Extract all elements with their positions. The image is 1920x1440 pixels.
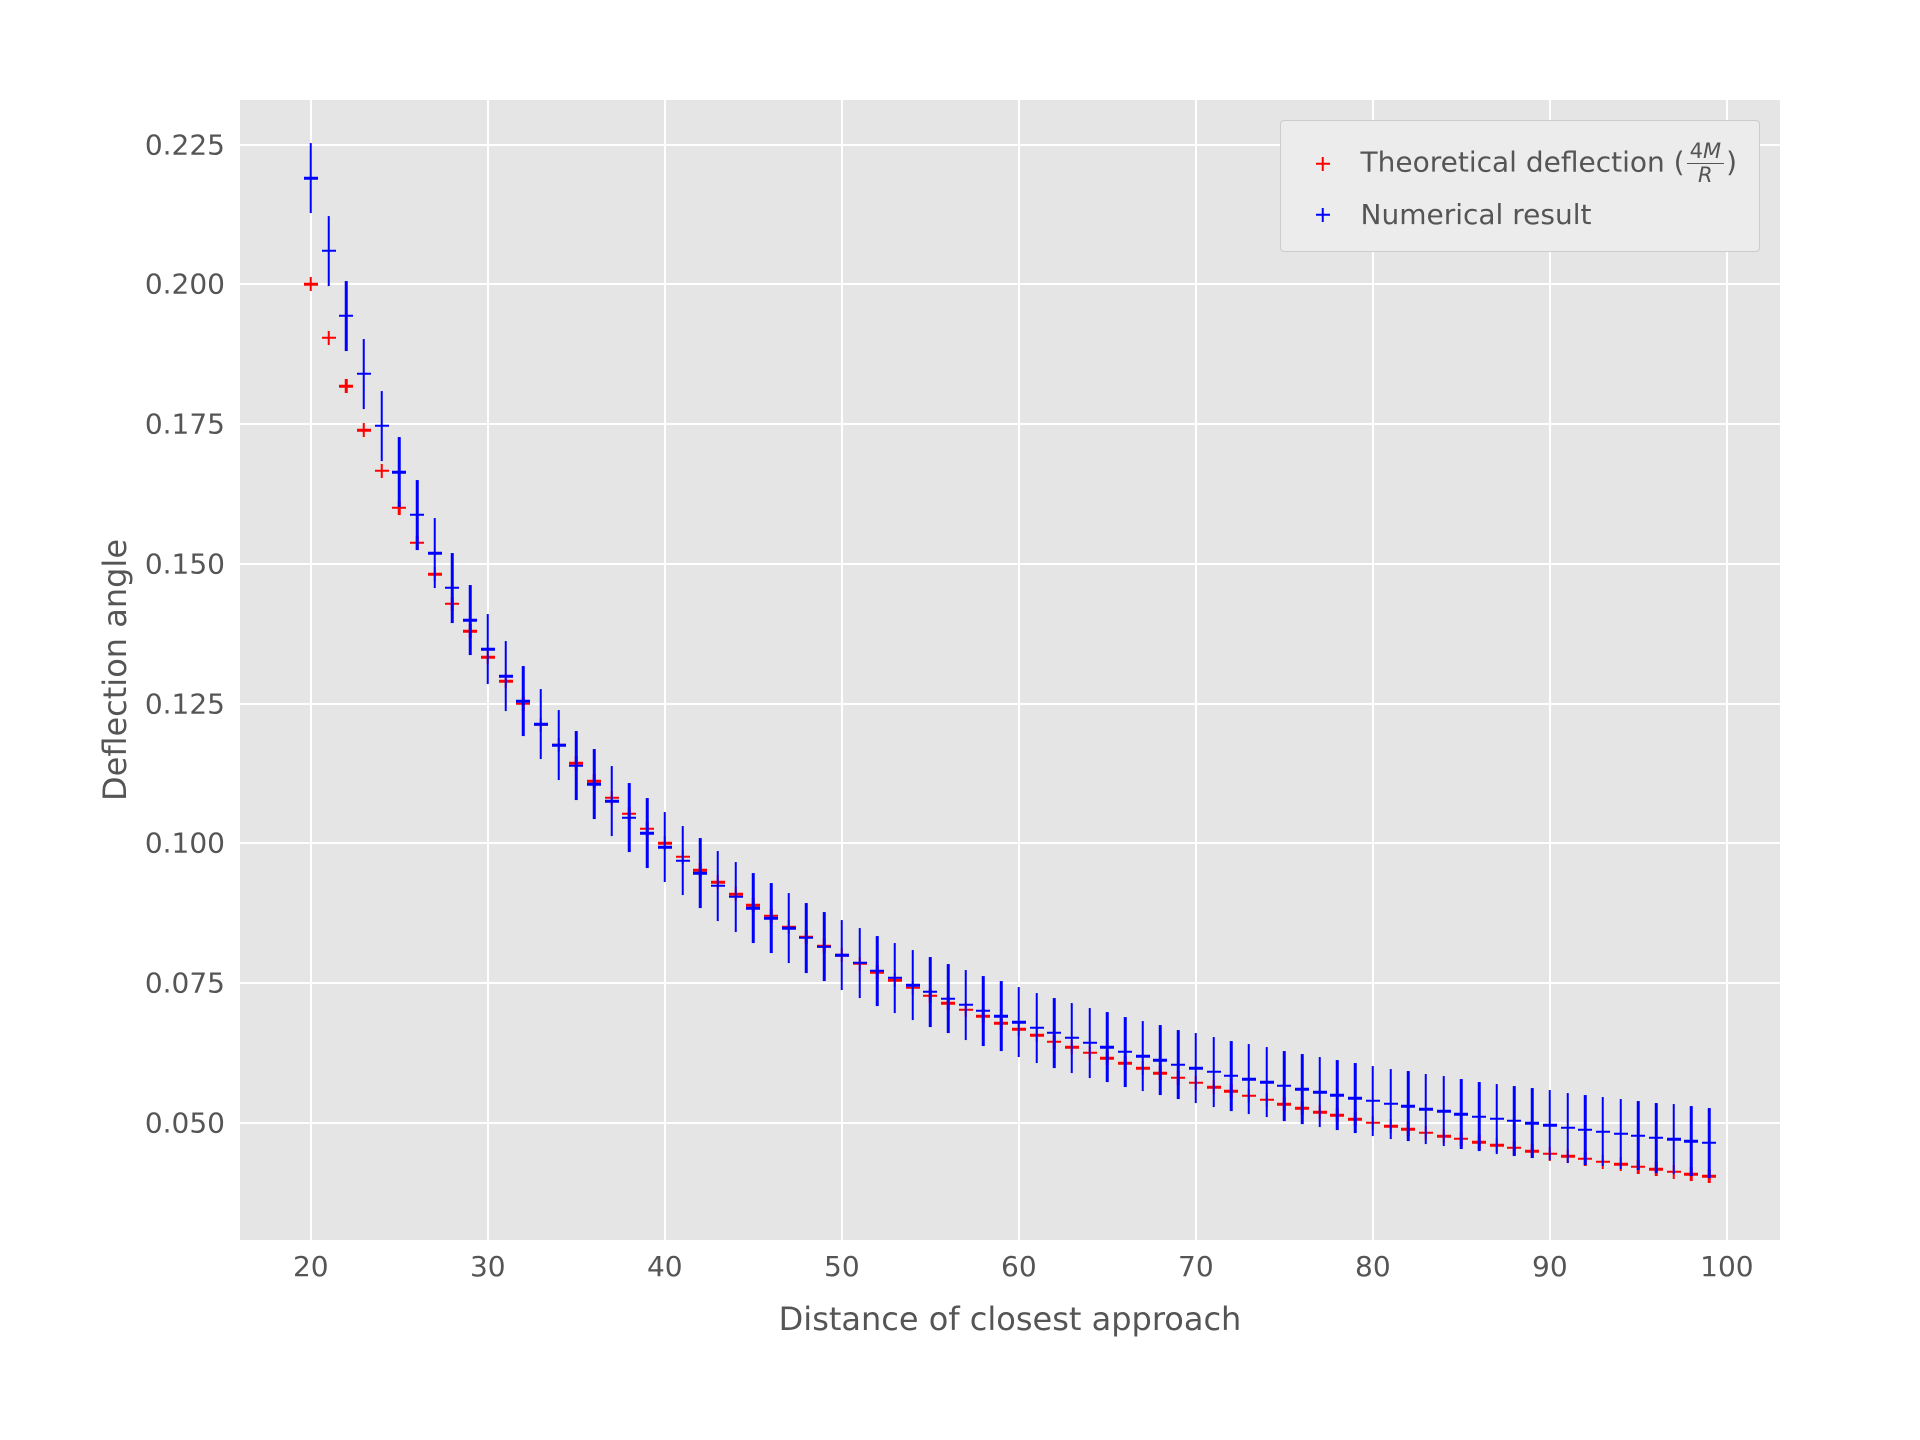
- x-tick-label: 30: [470, 1250, 506, 1283]
- x-tick-label: 90: [1532, 1250, 1568, 1283]
- y-tick-label: 0.100: [145, 827, 225, 860]
- y-tick-label: 0.175: [145, 408, 225, 441]
- y-tick-label: 0.075: [145, 966, 225, 999]
- y-tick-label: 0.125: [145, 687, 225, 720]
- data-layer: [240, 100, 1780, 1240]
- x-tick-label: 20: [293, 1250, 329, 1283]
- x-axis-label: Distance of closest approach: [779, 1300, 1242, 1338]
- y-tick-label: 0.050: [145, 1106, 225, 1139]
- legend-marker-plus-icon: [1303, 150, 1343, 178]
- legend-label: Theoretical deflection (4MR): [1361, 141, 1737, 186]
- legend-marker-plus-icon: [1303, 201, 1343, 229]
- x-tick-label: 80: [1355, 1250, 1391, 1283]
- x-tick-label: 60: [1001, 1250, 1037, 1283]
- legend-entry-numerical: Numerical result: [1299, 192, 1741, 237]
- y-tick-label: 0.200: [145, 268, 225, 301]
- y-tick-label: 0.225: [145, 128, 225, 161]
- y-tick-label: 0.150: [145, 547, 225, 580]
- chart-container: Theoretical deflection (4MR) Numerical r…: [0, 0, 1920, 1440]
- x-tick-label: 50: [824, 1250, 860, 1283]
- legend-label: Numerical result: [1361, 198, 1592, 231]
- legend-entry-theoretical: Theoretical deflection (4MR): [1299, 135, 1741, 192]
- x-tick-label: 100: [1700, 1250, 1753, 1283]
- y-axis-label: Deflection angle: [96, 539, 134, 801]
- legend: Theoretical deflection (4MR) Numerical r…: [1280, 120, 1760, 252]
- x-tick-label: 40: [647, 1250, 683, 1283]
- plot-area: Theoretical deflection (4MR) Numerical r…: [240, 100, 1780, 1240]
- x-tick-label: 70: [1178, 1250, 1214, 1283]
